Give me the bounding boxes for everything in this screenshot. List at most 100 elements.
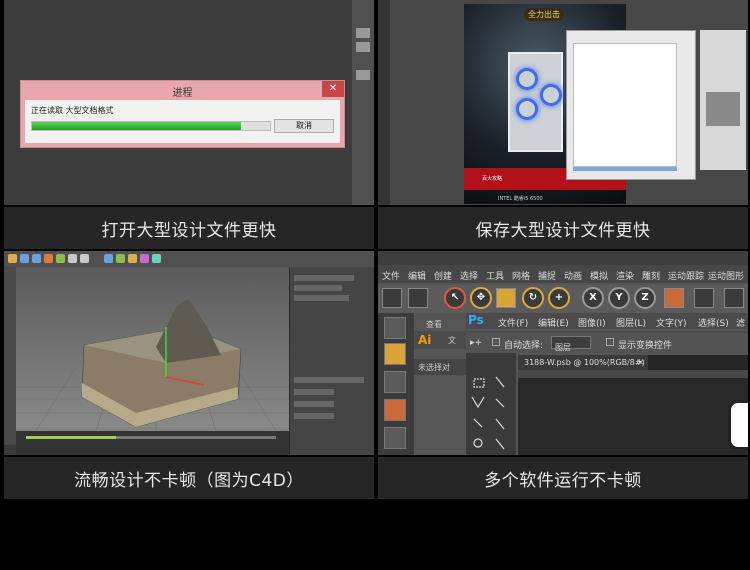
tool-icon[interactable] [8, 254, 17, 263]
c4d-menu-bar: 文件 编辑 创建 选择 工具 网格 捕捉 动画 模拟 渲染 雕刻 运动跟踪 运动图形 [378, 265, 748, 283]
menu-item[interactable]: 模拟 [590, 269, 608, 282]
save-progress [573, 167, 677, 171]
tool-icon[interactable] [128, 254, 137, 263]
fan-icon [516, 98, 538, 120]
checker-icon[interactable] [384, 371, 406, 393]
progress-bar [31, 121, 271, 131]
y-axis-icon[interactable]: Y [608, 287, 630, 309]
auto-select-checkbox[interactable] [492, 338, 500, 346]
x-axis-icon[interactable]: X [582, 287, 604, 309]
tool-icon[interactable] [20, 254, 29, 263]
select-icon[interactable]: ↖ [444, 287, 466, 309]
tool-icon[interactable] [104, 254, 113, 263]
close-icon[interactable]: ✕ [637, 355, 644, 370]
panel-save-file: 全力出击 百大攻略 INTEL 酷睿i5 6500 [378, 0, 748, 205]
show-transform-checkbox[interactable] [606, 338, 614, 346]
menu-item[interactable]: 雕刻 [642, 269, 660, 282]
object-row[interactable] [294, 285, 342, 291]
tool-icon[interactable] [32, 254, 41, 263]
tool-icon[interactable] [140, 254, 149, 263]
plus-icon[interactable]: + [548, 287, 570, 309]
ps-menu-item[interactable]: 图层(L) [616, 316, 646, 329]
poster-brand-text: 百大攻略 [482, 176, 503, 182]
ai-menu-file[interactable]: 文 [448, 335, 456, 346]
menu-item[interactable]: 动画 [564, 269, 582, 282]
scale-icon[interactable] [496, 288, 516, 308]
menu-item[interactable]: 捕捉 [538, 269, 556, 282]
menu-item[interactable]: 网格 [512, 269, 530, 282]
c4d-viewport[interactable] [16, 267, 289, 432]
attribute-row[interactable] [294, 413, 334, 419]
save-dialog [566, 30, 696, 180]
tool-icon[interactable] [384, 427, 406, 449]
auto-select-label: 自动选择: [504, 341, 544, 351]
dock-button[interactable] [356, 42, 370, 52]
ps-menu-item[interactable]: 文件(F) [498, 316, 528, 329]
move-tool-icon[interactable]: ▸+ [470, 338, 482, 348]
tool-icon[interactable] [68, 254, 77, 263]
menu-item[interactable]: 创建 [434, 269, 452, 282]
menu-item[interactable]: 选择 [460, 269, 478, 282]
ai-untitled-tab[interactable]: 未选择对 [414, 359, 466, 375]
close-icon[interactable]: ✕ [322, 81, 344, 97]
ps-canvas[interactable] [518, 378, 748, 455]
poster-logo: 全力出击 [524, 8, 564, 21]
properties-panel [700, 30, 746, 170]
rotate-icon[interactable]: ↻ [522, 287, 544, 309]
ps-menu-item[interactable]: 文字(Y) [656, 316, 687, 329]
tool-icon[interactable] [56, 254, 65, 263]
menu-item[interactable]: 运动跟踪 [668, 269, 704, 282]
render-settings-icon[interactable] [724, 288, 744, 308]
menu-item[interactable]: 渲染 [616, 269, 634, 282]
save-preview [573, 43, 677, 167]
grid-icon[interactable] [384, 399, 406, 421]
fan-icon [516, 68, 538, 90]
progress-message: 正在读取 大型文档格式 [31, 106, 114, 115]
ai-logo: Ai [418, 333, 432, 347]
tool-icon[interactable] [152, 254, 161, 263]
tool-icon[interactable] [116, 254, 125, 263]
undo-icon[interactable] [382, 288, 402, 308]
caption-multi: 多个软件运行不卡顿 [378, 457, 748, 499]
c4d-left-toolbar [4, 267, 16, 445]
attribute-row[interactable] [294, 377, 364, 383]
render-icon[interactable] [694, 288, 714, 308]
cancel-button[interactable]: 取消 [274, 119, 334, 133]
menu-item[interactable]: 工具 [486, 269, 504, 282]
panel-open-file: 进程 ✕ 正在读取 大型文档格式 取消 [4, 0, 374, 205]
c4d-timeline[interactable] [16, 431, 289, 455]
ps-menu-item[interactable]: 图像(I) [578, 316, 606, 329]
object-manager [289, 267, 374, 455]
ruler [518, 370, 748, 378]
z-axis-icon[interactable]: Z [634, 287, 656, 309]
caption-save: 保存大型设计文件更快 [378, 207, 748, 249]
ai-menu-view[interactable]: 查看 [426, 319, 442, 330]
document-tab[interactable]: 3188-W.psb @ 100%(RGB/8#) ✕ [518, 355, 648, 370]
menu-item[interactable]: 编辑 [408, 269, 426, 282]
redo-icon[interactable] [408, 288, 428, 308]
layer-select[interactable]: 图层 [551, 336, 591, 352]
coord-icon[interactable] [664, 288, 684, 308]
menu-item[interactable]: 文件 [382, 269, 400, 282]
tool-icon[interactable] [44, 254, 53, 263]
ps-logo: Ps [468, 313, 484, 327]
menu-item[interactable]: 运动图形 [708, 269, 744, 282]
object-row[interactable] [294, 275, 354, 281]
object-row[interactable] [294, 295, 349, 301]
c4d-title-bar [378, 251, 748, 265]
panel-c4d [4, 251, 374, 455]
attribute-row[interactable] [294, 389, 334, 395]
cube-icon[interactable] [384, 343, 406, 365]
move-icon[interactable]: ✥ [470, 287, 492, 309]
dock-button[interactable] [356, 70, 370, 80]
tool-icon[interactable] [384, 317, 406, 339]
tool-icon[interactable] [80, 254, 89, 263]
caption-open: 打开大型设计文件更快 [4, 207, 374, 249]
dialog-title: 进程 [172, 88, 193, 99]
pc-case-image [508, 52, 563, 152]
ps-menu-item[interactable]: 选择(S) [698, 316, 729, 329]
dialog-body: 正在读取 大型文档格式 取消 [25, 100, 340, 143]
attribute-row[interactable] [294, 401, 334, 407]
dock-button[interactable] [356, 28, 370, 38]
ps-menu-item[interactable]: 编辑(E) [538, 316, 569, 329]
